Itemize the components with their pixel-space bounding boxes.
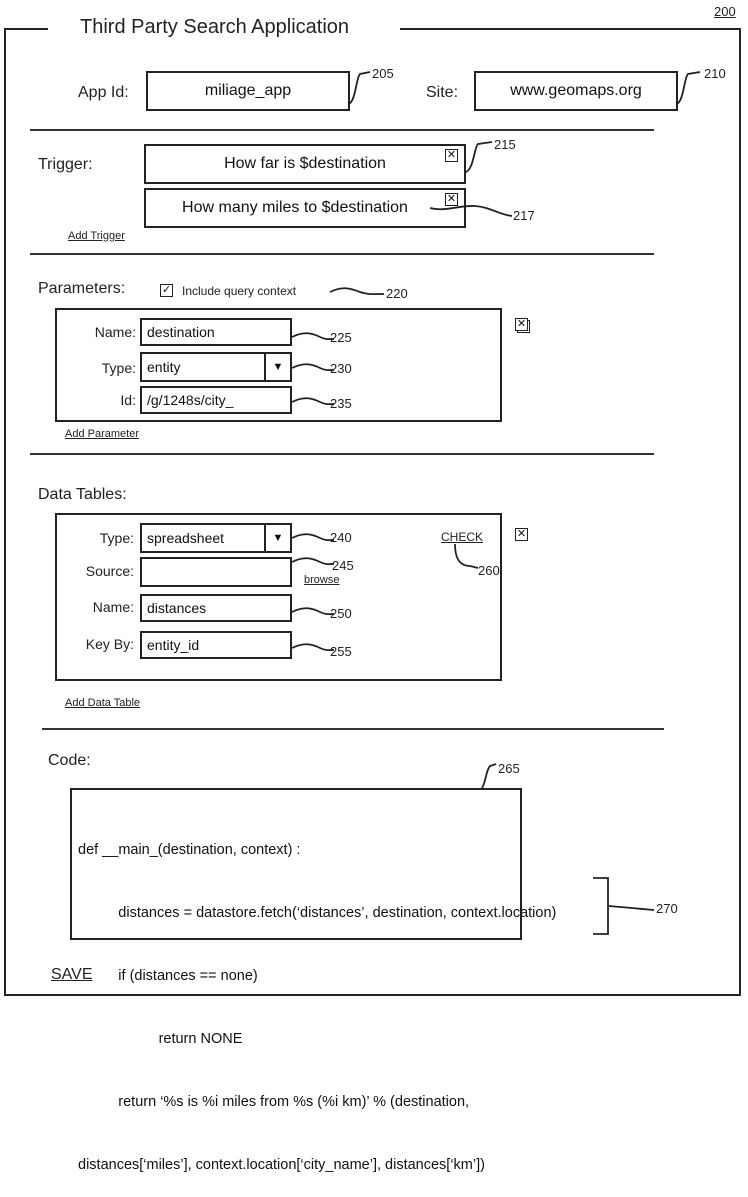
app-id-value: miliage_app — [204, 82, 292, 99]
parameters-label: Parameters: — [38, 280, 126, 297]
dt-name-input[interactable]: distances — [140, 594, 292, 622]
close-box-icon[interactable]: ✕ — [445, 193, 458, 206]
dt-name-value: distances — [147, 600, 207, 616]
dt-keyby-value: entity_id — [147, 637, 200, 653]
trigger-input-1[interactable]: How far is $destination ✕ — [144, 144, 466, 184]
divider — [30, 253, 654, 255]
ref-230: 230 — [330, 361, 352, 376]
include-query-context-label: Include query context — [182, 284, 297, 298]
param-type-select[interactable]: entity ▼ — [140, 352, 292, 382]
browse-link[interactable]: browse — [304, 574, 339, 586]
code-line: return ‘%s is %i miles from %s (%i km)’ … — [78, 1094, 470, 1110]
check-link[interactable]: CHECK — [441, 530, 483, 544]
ref-220: 220 — [386, 286, 408, 301]
include-query-context-checkbox[interactable]: ✓ — [160, 284, 173, 297]
ref-240: 240 — [330, 530, 352, 545]
dt-type-select[interactable]: spreadsheet ▼ — [140, 523, 292, 553]
ref-250: 250 — [330, 606, 352, 621]
ref-205: 205 — [372, 66, 394, 81]
divider — [30, 129, 654, 131]
dt-source-label: Source: — [85, 563, 134, 579]
ref-245: 245 — [332, 558, 354, 573]
add-parameter-link[interactable]: Add Parameter — [65, 428, 139, 440]
app-id-input[interactable]: miliage_app — [146, 71, 350, 111]
code-line: def __main_(destination, context) : — [78, 842, 301, 858]
trigger-value-2: How many miles to $destination — [182, 199, 408, 216]
param-type-value: entity — [147, 359, 181, 375]
ref-217: 217 — [513, 208, 535, 223]
dropdown-arrow-icon[interactable]: ▼ — [264, 354, 290, 380]
trigger-input-2[interactable]: How many miles to $destination ✕ — [144, 188, 466, 228]
param-id-label: Id: — [120, 392, 136, 408]
dt-type-label: Type: — [99, 530, 134, 546]
dropdown-arrow-icon[interactable]: ▼ — [264, 525, 290, 551]
ref-270: 270 — [656, 901, 678, 916]
divider — [42, 728, 664, 730]
site-label: Site: — [426, 84, 459, 101]
param-name-value: destination — [147, 324, 215, 340]
code-label: Code: — [48, 752, 91, 769]
trigger-value-1: How far is $destination — [224, 155, 386, 172]
dt-type-value: spreadsheet — [147, 530, 225, 546]
param-id-input[interactable]: /g/1248s/city_ — [140, 386, 292, 414]
save-button[interactable]: SAVE — [51, 966, 93, 984]
param-name-input[interactable]: destination — [140, 318, 292, 346]
code-editor[interactable]: def __main_(destination, context) : dist… — [70, 788, 557, 1173]
param-type-label: Type: — [101, 360, 136, 376]
ref-255: 255 — [330, 644, 352, 659]
code-line: if (distances == none) — [78, 968, 258, 984]
add-trigger-link[interactable]: Add Trigger — [68, 230, 125, 242]
close-box-icon[interactable]: ✕ — [445, 149, 458, 162]
code-line: distances = datastore.fetch(‘distances’,… — [78, 905, 557, 921]
dt-name-label: Name: — [92, 599, 134, 615]
ref-265: 265 — [498, 761, 520, 776]
page-title: Third Party Search Application — [80, 16, 350, 38]
ref-225: 225 — [330, 330, 352, 345]
add-data-table-link[interactable]: Add Data Table — [65, 697, 140, 709]
ref-260: 260 — [478, 563, 500, 578]
site-value: www.geomaps.org — [510, 82, 642, 99]
app-id-label: App Id: — [78, 84, 129, 101]
ref-210: 210 — [704, 66, 726, 81]
param-name-label: Name: — [94, 324, 136, 340]
remove-data-table-icon[interactable]: ✕ — [515, 528, 528, 541]
ref-235: 235 — [330, 396, 352, 411]
site-input[interactable]: www.geomaps.org — [474, 71, 678, 111]
data-tables-label: Data Tables: — [38, 486, 127, 503]
dt-keyby-input[interactable]: entity_id — [140, 631, 292, 659]
code-line: return NONE — [78, 1031, 243, 1047]
dt-source-input[interactable] — [140, 557, 292, 587]
trigger-label: Trigger: — [38, 156, 93, 173]
remove-parameter-icon[interactable]: ✕ — [515, 318, 528, 331]
code-line: distances[‘miles’], context.location[‘ci… — [78, 1157, 485, 1173]
figure-number: 200 — [714, 4, 736, 19]
dt-keyby-label: Key By: — [85, 636, 134, 652]
param-id-value: /g/1248s/city_ — [147, 392, 234, 408]
ref-215: 215 — [494, 137, 516, 152]
divider — [30, 453, 654, 455]
